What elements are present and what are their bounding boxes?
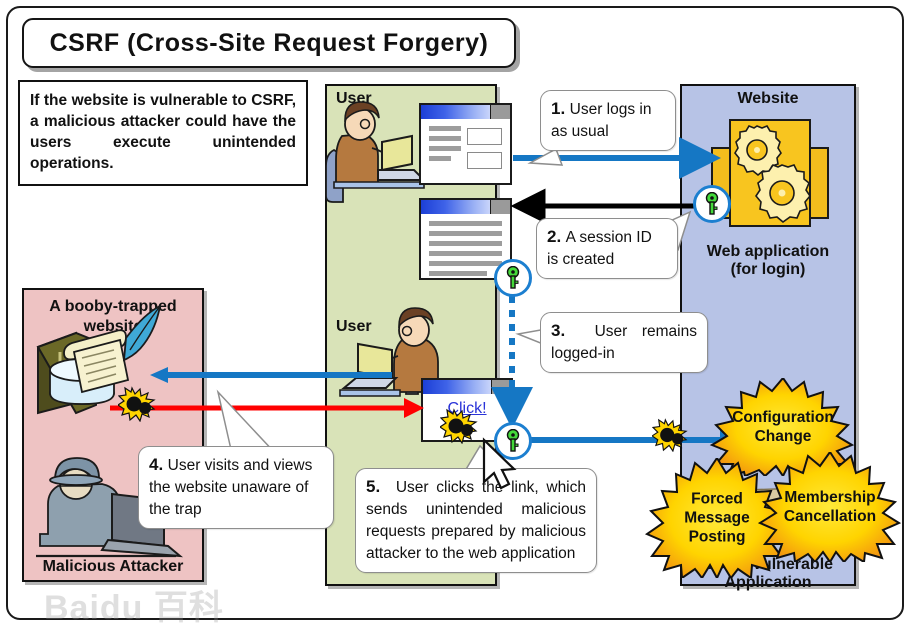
label-website: Website <box>737 90 799 107</box>
browser-title-gradient <box>421 200 490 214</box>
browser-window-login[interactable] <box>419 103 512 185</box>
form-input-field[interactable] <box>466 128 502 145</box>
description-box: If the website is vulnerable to CSRF, a … <box>18 80 308 186</box>
step-1-number: 1. <box>551 99 566 118</box>
label-web-application-line1: Web application <box>706 243 830 260</box>
key-icon <box>705 192 719 215</box>
session-key-badge-trap <box>494 422 532 460</box>
diagram-title-plaque: CSRF (Cross-Site Request Forgery) <box>22 18 516 68</box>
browser-titlebar <box>423 380 511 394</box>
step-3-text: User remains logged-in <box>551 323 697 362</box>
label-user-top: User <box>336 90 372 107</box>
text-line <box>429 146 461 151</box>
browser-title-gradient <box>421 105 490 119</box>
label-booby-line1: A booby-trapped <box>49 298 177 315</box>
browser-title-gradient <box>423 380 491 394</box>
step-2-text: A session ID is created <box>547 229 652 268</box>
browser-close-button[interactable] <box>491 380 511 394</box>
step-1-text: User logs in as usual <box>551 101 652 140</box>
browser-content-login <box>421 119 510 183</box>
burst-line2: Change <box>754 428 812 445</box>
text-line <box>429 156 452 161</box>
bomb-icon <box>651 418 688 453</box>
page-title: CSRF (Cross-Site Request Forgery) <box>49 28 489 57</box>
step-3-number: 3. <box>551 321 566 340</box>
browser-close-button[interactable] <box>490 105 510 119</box>
label-malicious-attacker: Malicious Attacker <box>42 558 184 575</box>
bomb-icon-booby-site <box>116 386 158 427</box>
callout-step-5: 5. User clicks the link, which sends uni… <box>355 468 597 573</box>
callout-step-2: 2. A session ID is created <box>536 218 678 279</box>
step-2-number: 2. <box>547 227 562 246</box>
watermark-baidu: Baidu 百科 <box>44 580 224 629</box>
text-line <box>429 221 502 226</box>
burst-line2: Message <box>684 509 750 527</box>
burst-line1: Configuration <box>732 409 834 426</box>
burst-line3: Posting <box>688 528 746 546</box>
step-4-number: 4. <box>149 455 164 474</box>
watermark-text-cn: 百科 <box>153 589 224 627</box>
browser-close-button[interactable] <box>490 200 510 214</box>
text-line <box>429 136 461 141</box>
text-line <box>429 126 461 131</box>
key-icon <box>506 429 520 452</box>
burst-label-configuration-change: Configuration Change <box>700 408 866 446</box>
label-web-application-line2: (for login) <box>730 261 806 278</box>
burst-line2: Cancellation <box>783 508 877 525</box>
text-line <box>429 261 502 266</box>
bomb-icon <box>438 408 478 445</box>
description-text: If the website is vulnerable to CSRF, a … <box>30 92 296 172</box>
watermark-text: Baidu <box>44 589 144 627</box>
burst-line1: Membership <box>784 489 876 506</box>
callout-step-1: 1. User logs in as usual <box>540 90 676 151</box>
form-input-field[interactable] <box>466 152 502 169</box>
burst-line1: Forced <box>691 490 743 508</box>
label-booby-line2: website <box>83 318 143 335</box>
text-line <box>429 271 488 276</box>
step-5-text: User clicks the link, which sends uninte… <box>366 479 586 562</box>
bomb-icon-request <box>651 418 690 457</box>
session-key-badge-website <box>693 185 731 223</box>
bomb-icon-trap-page <box>438 408 480 449</box>
session-key-badge-user <box>494 259 532 297</box>
text-line <box>429 241 502 246</box>
browser-titlebar <box>421 105 510 119</box>
bomb-icon <box>116 386 156 423</box>
step-5-number: 5. <box>366 477 381 496</box>
key-icon <box>506 266 520 289</box>
burst-label-membership-cancellation: Membership Cancellation <box>748 488 912 526</box>
callout-step-3: 3. User remains logged-in <box>540 312 708 373</box>
callout-step-4: 4. User visits and views the website una… <box>138 446 334 529</box>
text-line <box>429 231 502 236</box>
step-4-text: User visits and views the website unawar… <box>149 457 313 518</box>
burst-membership-cancellation: Membership Cancellation <box>748 450 912 564</box>
label-user-bottom: User <box>336 318 372 335</box>
browser-titlebar <box>421 200 510 214</box>
text-line <box>429 251 502 256</box>
csrf-diagram: CSRF (Cross-Site Request Forgery) If the… <box>0 0 913 639</box>
